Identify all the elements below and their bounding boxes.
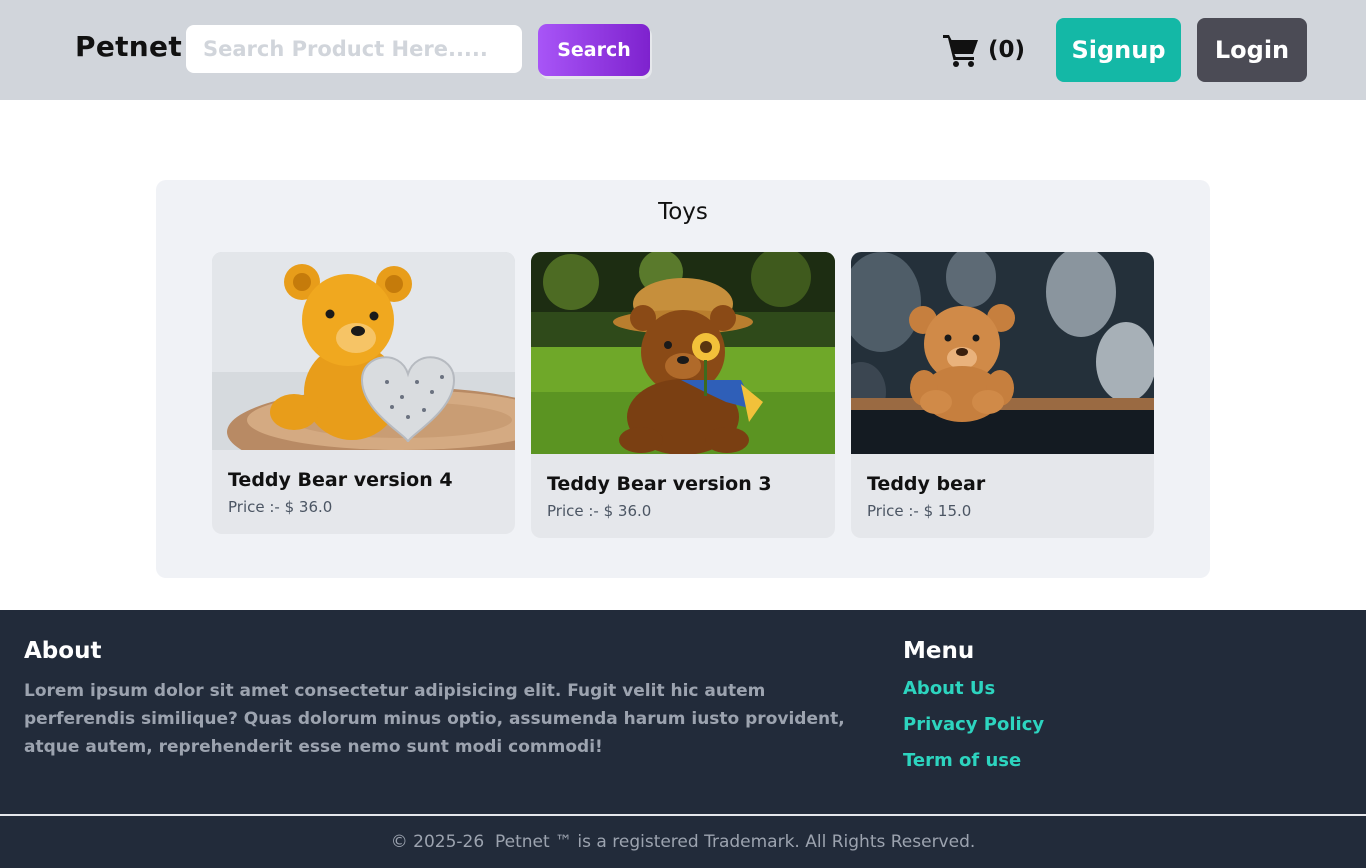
product-price: Price :- $ 15.0: [867, 502, 972, 520]
login-button[interactable]: Login: [1197, 18, 1307, 82]
search-button[interactable]: Search: [538, 24, 650, 76]
product-name: Teddy bear: [867, 473, 986, 495]
category-section: Toys Teddy Bear version 4 Price :- $ 36.…: [156, 180, 1210, 578]
navbar: Petnet Search (0) Signup Login: [0, 0, 1366, 100]
product-price: Price :- $ 36.0: [547, 502, 652, 520]
footer-menu-heading: Menu: [903, 638, 975, 664]
product-image: [531, 252, 835, 454]
product-name: Teddy Bear version 4: [228, 469, 453, 491]
product-card[interactable]: Teddy bear Price :- $ 15.0: [851, 252, 1154, 538]
site-footer: About Lorem ipsum dolor sit amet consect…: [0, 610, 1366, 868]
footer-divider: [0, 814, 1366, 816]
search-input[interactable]: [186, 25, 522, 73]
product-card[interactable]: Teddy Bear version 4 Price :- $ 36.0: [212, 252, 515, 534]
copyright-text: © 2025-26 Petnet ™ is a registered Trade…: [390, 832, 976, 852]
brand-logo[interactable]: Petnet: [75, 30, 182, 63]
footer-link-about-us[interactable]: About Us: [903, 678, 995, 699]
footer-about-text: Lorem ipsum dolor sit amet consectetur a…: [24, 681, 845, 757]
product-name: Teddy Bear version 3: [547, 473, 772, 495]
product-image: [212, 252, 515, 450]
footer-about-heading: About: [24, 638, 102, 664]
footer-link-term-of-use[interactable]: Term of use: [903, 750, 1021, 771]
category-title: Toys: [658, 199, 708, 225]
product-image: [851, 252, 1154, 454]
product-price: Price :- $ 36.0: [228, 498, 333, 516]
cart-count: (0): [988, 37, 1026, 63]
shopping-cart-icon: [943, 35, 978, 67]
cart-link[interactable]: (0): [942, 30, 1025, 70]
signup-button[interactable]: Signup: [1056, 18, 1181, 82]
footer-link-privacy-policy[interactable]: Privacy Policy: [903, 714, 1044, 735]
product-card[interactable]: Teddy Bear version 3 Price :- $ 36.0: [531, 252, 835, 538]
